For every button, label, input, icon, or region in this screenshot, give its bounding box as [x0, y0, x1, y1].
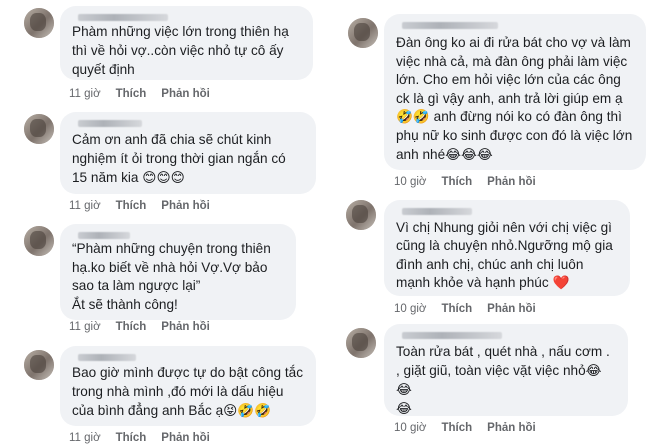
- comment-item: Phàm những việc lớn trong thiên hạ thì v…: [0, 0, 320, 106]
- reply-button[interactable]: Phản hồi: [487, 422, 536, 434]
- like-button[interactable]: Thích: [116, 321, 147, 333]
- comment-time[interactable]: 10 giờ: [394, 176, 426, 188]
- comment-item: Cảm ơn anh đã chia sẽ chút kinh nghiệm í…: [0, 112, 320, 216]
- comment-bubble: “Phàm những chuyện trong thiên hạ.ko biế…: [60, 224, 296, 320]
- comment-item: “Phàm những chuyện trong thiên hạ.ko biế…: [0, 224, 320, 338]
- comment-bubble: Vì chị Nhung giỏi nên với chị việc gì cũ…: [384, 200, 630, 296]
- reply-button[interactable]: Phản hồi: [487, 176, 536, 188]
- like-button[interactable]: Thích: [116, 432, 147, 444]
- author-name-redacted[interactable]: [396, 21, 634, 31]
- reply-button[interactable]: Phản hồi: [487, 303, 536, 315]
- avatar[interactable]: [348, 18, 378, 48]
- author-name-redacted[interactable]: [72, 119, 304, 129]
- author-name-redacted[interactable]: [396, 331, 616, 341]
- comment-text: Cảm ơn anh đã chia sẽ chút kinh nghiệm í…: [72, 132, 290, 185]
- comment-text: Phàm những việc lớn trong thiên hạ thì v…: [72, 24, 293, 77]
- comment-actions: 11 giờ Thích Phản hồi: [69, 88, 210, 100]
- author-name-redacted[interactable]: [72, 353, 304, 363]
- reply-button[interactable]: Phản hồi: [161, 200, 210, 212]
- reply-button[interactable]: Phản hồi: [161, 321, 210, 333]
- author-name-redacted[interactable]: [396, 207, 618, 217]
- comment-actions: 11 giờ Thích Phản hồi: [69, 200, 210, 212]
- reply-button[interactable]: Phản hồi: [161, 88, 210, 100]
- avatar[interactable]: [24, 114, 54, 144]
- comment-bubble: Phàm những việc lớn trong thiên hạ thì v…: [60, 6, 313, 80]
- comment-item: Vì chị Nhung giỏi nên với chị việc gì cũ…: [340, 198, 660, 320]
- comment-item: Bao giờ mình được tự do bật công tắc tro…: [0, 344, 320, 446]
- avatar[interactable]: [346, 200, 376, 230]
- comment-text: Đàn ông ko ai đi rửa bát cho vợ và làm v…: [396, 35, 637, 162]
- like-button[interactable]: Thích: [116, 88, 147, 100]
- comment-bubble: Toàn rửa bát , quét nhà , nấu cơm . , gi…: [384, 324, 628, 416]
- comment-bubble: Cảm ơn anh đã chia sẽ chút kinh nghiệm í…: [60, 112, 316, 194]
- comment-bubble: Đàn ông ko ai đi rửa bát cho vợ và làm v…: [384, 14, 646, 170]
- comment-time[interactable]: 10 giờ: [394, 422, 426, 434]
- comment-time[interactable]: 11 giờ: [69, 321, 101, 333]
- like-button[interactable]: Thích: [441, 303, 472, 315]
- comment-actions: 10 giờ Thích Phản hồi: [394, 422, 536, 434]
- comment-bubble: Bao giờ mình được tự do bật công tắc tro…: [60, 346, 316, 426]
- comment-item: Đàn ông ko ai đi rửa bát cho vợ và làm v…: [340, 0, 660, 196]
- like-button[interactable]: Thích: [116, 200, 147, 212]
- author-name-redacted[interactable]: [72, 231, 284, 241]
- comment-actions: 11 giờ Thích Phản hồi: [69, 321, 210, 333]
- comment-actions: 11 giờ Thích Phản hồi: [69, 432, 210, 444]
- comment-text: Bao giờ mình được tự do bật công tắc tro…: [72, 365, 307, 418]
- comment-time[interactable]: 11 giờ: [69, 432, 101, 444]
- avatar[interactable]: [24, 8, 54, 38]
- comment-actions: 10 giờ Thích Phản hồi: [394, 303, 536, 315]
- author-name-redacted[interactable]: [72, 13, 301, 23]
- like-button[interactable]: Thích: [441, 176, 472, 188]
- comment-time[interactable]: 11 giờ: [69, 88, 101, 100]
- comment-item: Toàn rửa bát , quét nhà , nấu cơm . , gi…: [340, 324, 660, 446]
- like-button[interactable]: Thích: [441, 422, 472, 434]
- comment-text: Toàn rửa bát , quét nhà , nấu cơm . , gi…: [396, 344, 610, 416]
- comment-text: Vì chị Nhung giỏi nên với chị việc gì cũ…: [396, 220, 617, 291]
- avatar[interactable]: [24, 350, 54, 380]
- comment-time[interactable]: 10 giờ: [394, 303, 426, 315]
- comment-actions: 10 giờ Thích Phản hồi: [394, 176, 536, 188]
- reply-button[interactable]: Phản hồi: [161, 432, 210, 444]
- comment-text: “Phàm những chuyện trong thiên hạ.ko biế…: [72, 241, 271, 312]
- avatar[interactable]: [346, 328, 376, 358]
- avatar[interactable]: [24, 226, 54, 256]
- comment-time[interactable]: 11 giờ: [69, 200, 101, 212]
